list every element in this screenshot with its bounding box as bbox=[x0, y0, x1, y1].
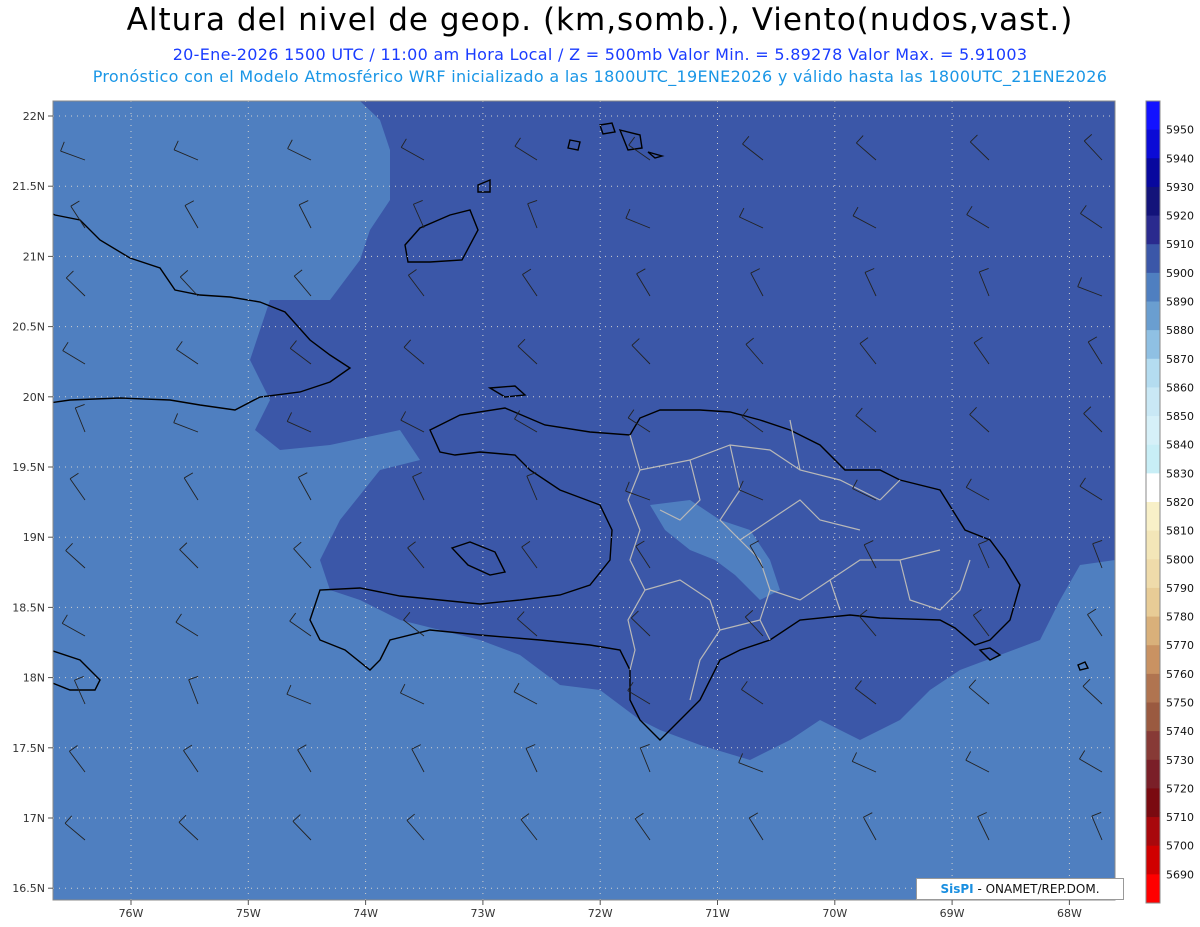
colorbar-swatch bbox=[1146, 101, 1160, 131]
colorbar-label: 5830 bbox=[1166, 467, 1194, 480]
colorbar-swatch bbox=[1146, 358, 1160, 388]
latitude-axis: 22N 21.5N 21N 20.5N 20N 19.5N 19N 18.5N 18N 17.5N… bbox=[12, 110, 53, 895]
latitude-label: 17.5N bbox=[12, 742, 45, 755]
colorbar-label: 5800 bbox=[1166, 553, 1194, 566]
colorbar-label: 5760 bbox=[1166, 668, 1194, 681]
latitude-label: 20.5N bbox=[12, 321, 45, 334]
credit-text: - ONAMET/REP.DOM. bbox=[977, 882, 1100, 896]
colorbar-label: 5730 bbox=[1166, 754, 1194, 767]
colorbar-label: 5710 bbox=[1166, 811, 1194, 824]
longitude-label: 71W bbox=[705, 907, 730, 920]
colorbar-label: 5700 bbox=[1166, 840, 1194, 853]
colorbar-label: 5890 bbox=[1166, 296, 1194, 309]
colorbar-swatch bbox=[1146, 874, 1160, 904]
colorbar-swatch bbox=[1146, 244, 1160, 274]
latitude-label: 17N bbox=[23, 812, 45, 825]
colorbar: 5950 5940 5930 5920 5910 5900 5890 5880 5870 5860… bbox=[1145, 100, 1194, 904]
colorbar-label: 5740 bbox=[1166, 725, 1194, 738]
latitude-label: 21.5N bbox=[12, 180, 45, 193]
colorbar-label: 5950 bbox=[1166, 124, 1194, 137]
colorbar-swatch bbox=[1146, 416, 1160, 446]
colorbar-swatch bbox=[1146, 330, 1160, 360]
colorbar-swatch bbox=[1146, 301, 1160, 331]
colorbar-swatch bbox=[1146, 387, 1160, 417]
latitude-label: 18N bbox=[23, 672, 45, 685]
colorbar-label: 5690 bbox=[1166, 868, 1194, 881]
latitude-label: 16.5N bbox=[12, 882, 45, 895]
longitude-label: 76W bbox=[119, 907, 144, 920]
sispi-logo: SisPI bbox=[940, 882, 974, 896]
colorbar-swatch bbox=[1146, 186, 1160, 217]
longitude-label: 74W bbox=[353, 907, 378, 920]
colorbar-swatch bbox=[1146, 530, 1160, 560]
colorbar-label: 5910 bbox=[1166, 238, 1194, 251]
colorbar-label: 5780 bbox=[1166, 611, 1194, 624]
forecast-map: 22N 21.5N 21N 20.5N 20N 19.5N 19N 18.5N 18N 17.5N… bbox=[12, 100, 1194, 920]
colorbar-swatch bbox=[1146, 759, 1160, 789]
longitude-axis: 76W 75W 74W 73W 72W 71W 70W 69W 68W bbox=[119, 900, 1082, 920]
colorbar-swatch bbox=[1146, 845, 1160, 875]
longitude-label: 69W bbox=[940, 907, 965, 920]
colorbar-label: 5940 bbox=[1166, 152, 1194, 165]
colorbar-label: 5790 bbox=[1166, 582, 1194, 595]
colorbar-swatch bbox=[1146, 587, 1160, 618]
colorbar-label: 5840 bbox=[1166, 439, 1194, 452]
latitude-label: 21N bbox=[23, 250, 45, 263]
credit-box: SisPI - ONAMET/REP.DOM. bbox=[916, 878, 1124, 900]
latitude-label: 18.5N bbox=[12, 601, 45, 614]
longitude-label: 72W bbox=[588, 907, 613, 920]
colorbar-swatch bbox=[1146, 788, 1160, 818]
colorbar-label: 5750 bbox=[1166, 697, 1194, 710]
colorbar-swatch bbox=[1146, 616, 1160, 646]
colorbar-label: 5930 bbox=[1166, 181, 1194, 194]
colorbar-label: 5820 bbox=[1166, 496, 1194, 509]
longitude-label: 70W bbox=[822, 907, 847, 920]
colorbar-swatch bbox=[1146, 158, 1160, 188]
longitude-label: 73W bbox=[470, 907, 495, 920]
latitude-label: 19.5N bbox=[12, 461, 45, 474]
colorbar-swatch bbox=[1146, 559, 1160, 589]
colorbar-label: 5860 bbox=[1166, 381, 1194, 394]
colorbar-swatch bbox=[1146, 473, 1160, 503]
latitude-label: 19N bbox=[23, 531, 45, 544]
longitude-label: 68W bbox=[1057, 907, 1082, 920]
longitude-label: 75W bbox=[236, 907, 261, 920]
colorbar-label: 5870 bbox=[1166, 353, 1194, 366]
colorbar-swatch bbox=[1146, 502, 1160, 532]
colorbar-swatch bbox=[1146, 702, 1160, 732]
latitude-label: 20N bbox=[23, 391, 45, 404]
colorbar-label: 5720 bbox=[1166, 782, 1194, 795]
colorbar-swatch bbox=[1146, 673, 1160, 703]
colorbar-swatch bbox=[1146, 731, 1160, 761]
colorbar-label: 5900 bbox=[1166, 267, 1194, 280]
colorbar-label: 5920 bbox=[1166, 210, 1194, 223]
colorbar-label: 5770 bbox=[1166, 639, 1194, 652]
colorbar-swatch bbox=[1146, 272, 1160, 302]
colorbar-swatch bbox=[1146, 645, 1160, 675]
latitude-label: 22N bbox=[23, 110, 45, 123]
colorbar-swatch bbox=[1146, 129, 1160, 159]
colorbar-label: 5810 bbox=[1166, 525, 1194, 538]
colorbar-label: 5850 bbox=[1166, 410, 1194, 423]
colorbar-swatch bbox=[1146, 215, 1160, 245]
colorbar-swatch bbox=[1146, 817, 1160, 847]
colorbar-label: 5880 bbox=[1166, 324, 1194, 337]
colorbar-swatch bbox=[1146, 444, 1160, 474]
